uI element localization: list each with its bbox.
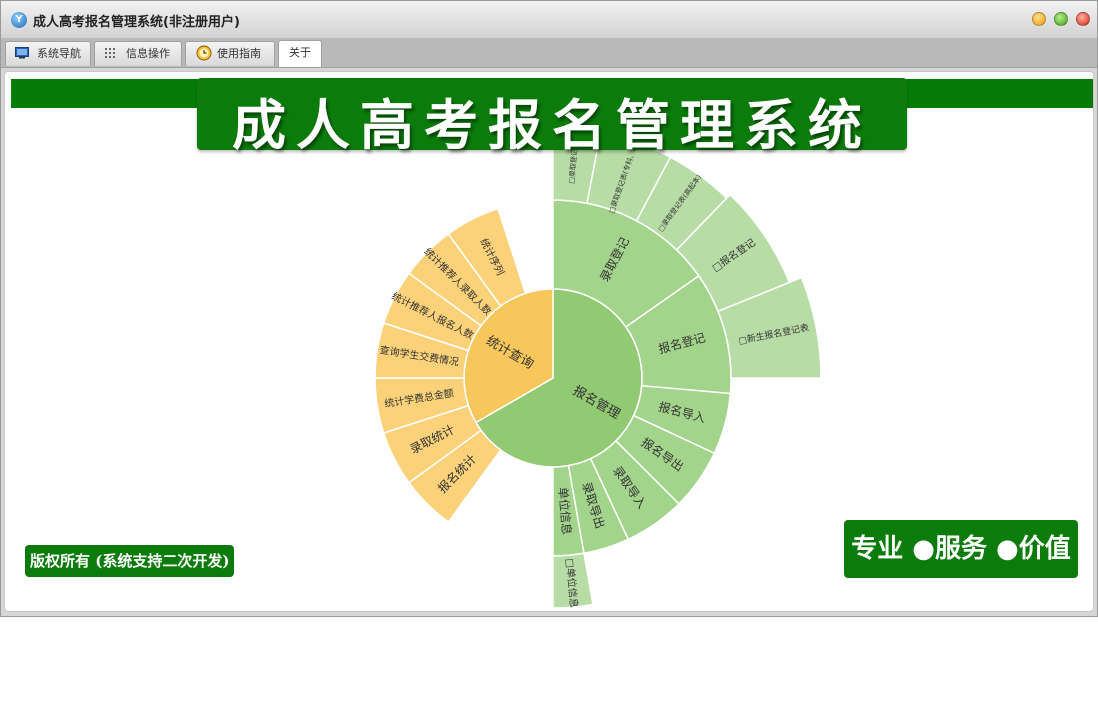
grid-icon [105,48,115,58]
app-logo-icon: Y [11,12,27,28]
slogan-badge: 专业 ●服务 ●价值 [844,520,1078,578]
tab-label: 使用指南 [217,47,261,60]
tab-system-navigation[interactable]: 系统导航 [5,41,91,66]
tab-user-guide[interactable]: 使用指南 [185,41,275,66]
clock-icon [196,45,212,61]
banner-title: 成人高考报名管理系统 [232,94,872,157]
monitor-icon [15,47,29,59]
window-title: 成人高考报名管理系统(非注册用户) [33,15,240,30]
tab-label: 信息操作 [126,47,170,60]
title-bar: Y 成人高考报名管理系统(非注册用户) [1,1,1097,39]
maximize-button[interactable] [1054,12,1068,26]
tab-about[interactable]: 关于 [278,40,322,67]
tab-label: 系统导航 [37,47,81,60]
tab-information-operation[interactable]: 信息操作 [94,41,182,66]
about-panel: 报名管理 统计查询 录取登记 □录取登记表 □录取登记表(专科、本科) □录取登记表(高起… [4,71,1094,612]
minimize-button[interactable] [1032,12,1046,26]
app-window: Y 成人高考报名管理系统(非注册用户) 系统导航 信息操作 使用指南 关于 报名… [0,0,1098,617]
copyright-badge: 版权所有 (系统支持二次开发) [25,545,235,577]
system-banner: 成人高考报名管理系统 [197,78,907,157]
tab-label: 关于 [289,46,311,59]
close-button[interactable] [1076,12,1090,26]
tab-bar: 系统导航 信息操作 使用指南 关于 [1,38,1097,68]
